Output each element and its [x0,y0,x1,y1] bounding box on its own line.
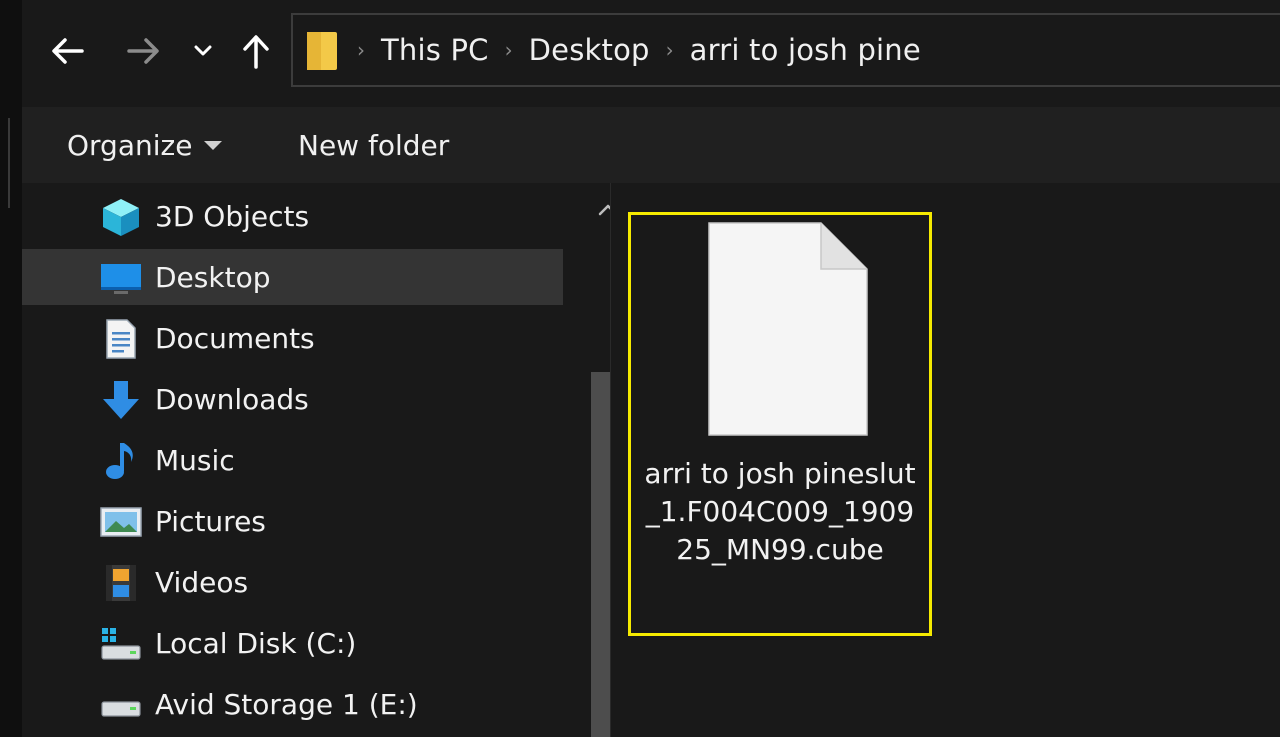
local-disk-icon [100,623,142,665]
breadcrumb-current-folder[interactable]: arri to josh pine [690,33,921,67]
back-arrow-icon [52,38,84,64]
nav-item-videos[interactable]: Videos [22,554,563,610]
nav-item-label: Avid Storage 1 (E:) [155,687,418,721]
new-folder-label: New folder [298,128,450,162]
blank-file-icon [708,222,868,436]
breadcrumb-this-pc[interactable]: This PC [381,33,489,67]
nav-item-avid-storage-e[interactable]: Avid Storage 1 (E:) [22,676,563,732]
music-icon [100,440,142,482]
nav-item-label: 3D Objects [155,199,310,233]
command-bar: Organize New folder [22,107,1280,183]
organize-label: Organize [67,128,193,162]
nav-item-pictures[interactable]: Pictures [22,493,563,549]
file-name-label: arri to josh pineslut_1.F004C009_190925_… [644,457,916,566]
videos-icon [100,562,142,604]
nav-item-downloads[interactable]: Downloads [22,371,563,427]
up-button[interactable] [236,28,276,74]
back-button[interactable] [47,28,87,74]
nav-item-desktop[interactable]: Desktop [22,249,563,305]
chevron-down-icon [194,45,212,56]
nav-item-label: Downloads [155,382,309,416]
nav-item-label: Music [155,443,235,477]
breadcrumb-desktop[interactable]: Desktop [529,33,650,67]
nav-item-label: Local Disk (C:) [155,626,357,660]
forward-button[interactable] [124,28,164,74]
drive-icon [100,684,142,726]
caret-down-icon [204,140,223,150]
new-folder-button[interactable]: New folder [298,107,449,183]
navigation-pane: 3D Objects Desktop Documents Downloads M… [22,183,631,737]
downloads-icon [100,379,142,421]
nav-item-music[interactable]: Music [22,432,563,488]
file-item[interactable]: arri to josh pineslut_1.F004C009_190925_… [628,212,932,636]
nav-item-label: Pictures [155,504,266,538]
window-edge [0,0,23,737]
nav-item-label: Desktop [155,260,271,294]
desktop-icon [100,257,142,299]
nav-item-3d-objects[interactable]: 3D Objects [22,188,563,244]
address-bar-row: › This PC › Desktop › arri to josh pine [22,0,1280,107]
nav-item-label: Documents [155,321,315,355]
up-arrow-icon [243,35,269,69]
file-explorer-window: › This PC › Desktop › arri to josh pine … [0,0,1280,737]
folder-icon [305,27,341,73]
documents-icon [100,318,142,360]
pictures-icon [100,501,142,543]
breadcrumb-separator: › [665,38,674,62]
nav-item-documents[interactable]: Documents [22,310,563,366]
file-list-pane: arri to josh pineslut_1.F004C009_190925_… [610,183,1280,737]
breadcrumb-separator: › [357,38,365,62]
nav-item-local-disk-c[interactable]: Local Disk (C:) [22,615,563,671]
nav-item-label: Videos [155,565,249,599]
forward-arrow-icon [127,38,159,64]
address-bar[interactable]: › This PC › Desktop › arri to josh pine [291,13,1280,87]
recent-locations-button[interactable] [185,28,221,74]
3d-objects-icon [100,196,142,238]
breadcrumb-separator: › [504,38,513,62]
organize-button[interactable]: Organize [67,107,223,183]
